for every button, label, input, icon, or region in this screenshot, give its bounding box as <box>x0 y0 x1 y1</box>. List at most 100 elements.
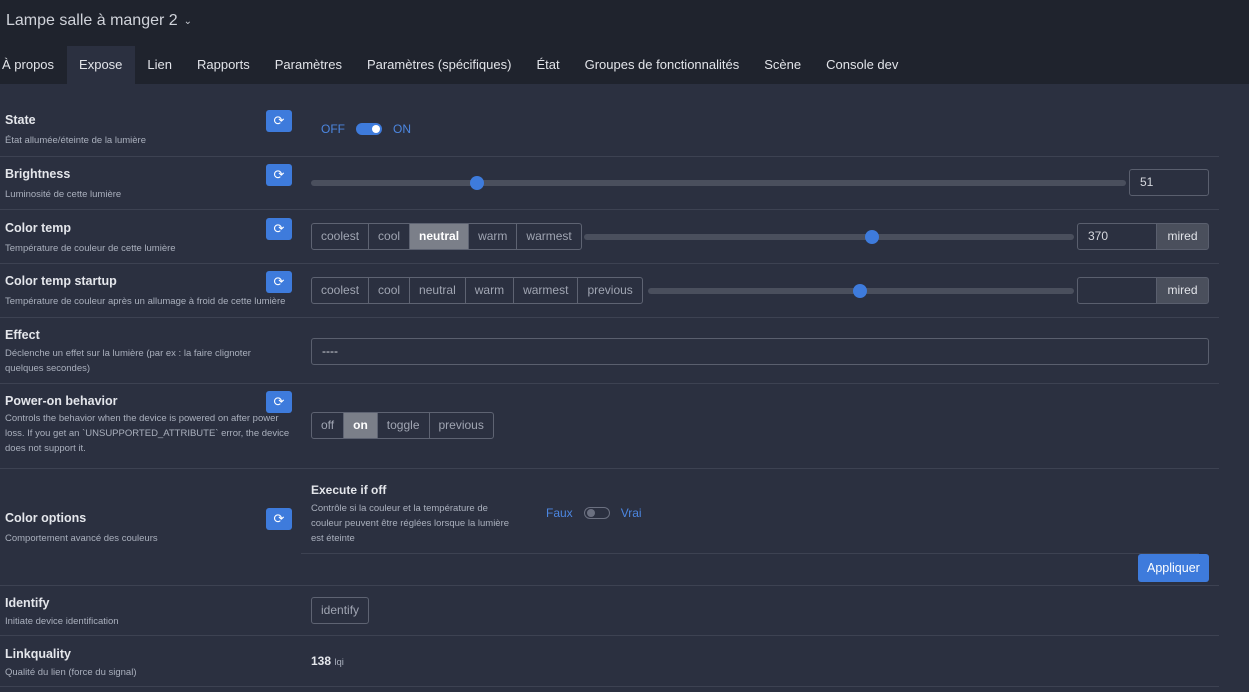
color-options-name: Color options <box>5 511 87 525</box>
startup-preset-warm[interactable]: warm <box>466 278 515 303</box>
execute-if-off-name: Execute if off <box>311 483 387 497</box>
refresh-icon[interactable]: ⟳ <box>266 508 292 530</box>
identify-name: Identify <box>5 596 50 610</box>
color-temp-startup-slider[interactable] <box>648 284 1074 298</box>
color-temp-input[interactable]: 370 <box>1077 223 1157 250</box>
state-off-label: OFF <box>321 122 345 136</box>
state-row: State État allumée/éteinte de la lumière… <box>0 102 1219 157</box>
color-temp-label: Color temp Température de couleur de cet… <box>5 221 290 256</box>
startup-preset-cool[interactable]: cool <box>369 278 411 303</box>
power-on-name: Power-on behavior <box>5 394 118 408</box>
brightness-label: Brightness Luminosité de cette lumière <box>5 167 290 202</box>
power-on-label: Power-on behavior Controls the behavior … <box>5 394 290 456</box>
tab-lien[interactable]: Lien <box>135 46 185 84</box>
preset-cool[interactable]: cool <box>369 224 411 249</box>
effect-label: Effect Déclenche un effet sur la lumière… <box>5 328 290 376</box>
startup-preset-warmest[interactable]: warmest <box>514 278 579 303</box>
tab-parametres[interactable]: Paramètres <box>262 46 354 84</box>
linkquality-reading: 138 lqi <box>311 654 344 668</box>
color-temp-startup-desc: Température de couleur après un allumage… <box>5 296 286 307</box>
color-temp-startup-name: Color temp startup <box>5 274 117 288</box>
execute-if-off-toggle[interactable]: Faux Vrai <box>546 506 642 520</box>
startup-preset-neutral[interactable]: neutral <box>410 278 466 303</box>
linkquality-unit: lqi <box>334 657 344 668</box>
linkquality-name: Linkquality <box>5 647 71 661</box>
identify-desc: Initiate device identification <box>5 616 119 627</box>
color-temp-startup-slider-thumb[interactable] <box>853 284 868 298</box>
color-options-divider <box>301 553 1199 554</box>
power-on-row: Power-on behavior Controls the behavior … <box>0 384 1219 469</box>
power-on-options: off on toggle previous <box>311 412 494 439</box>
power-on-off[interactable]: off <box>312 413 345 438</box>
linkquality-desc: Qualité du lien (force du signal) <box>5 667 137 678</box>
device-name: Lampe salle à manger 2 <box>6 12 178 29</box>
color-temp-startup-input[interactable] <box>1077 277 1157 304</box>
refresh-icon[interactable]: ⟳ <box>266 271 292 293</box>
brightness-name: Brightness <box>5 167 71 181</box>
state-name: State <box>5 113 36 127</box>
execute-if-off-false-label: Faux <box>546 506 573 520</box>
refresh-icon[interactable]: ⟳ <box>266 164 292 186</box>
color-temp-startup-unit: mired <box>1156 277 1209 304</box>
effect-select[interactable]: ---- <box>311 338 1209 365</box>
preset-neutral[interactable]: neutral <box>410 224 470 249</box>
color-temp-slider[interactable] <box>584 230 1074 244</box>
execute-if-off-true-label: Vrai <box>620 506 642 520</box>
tab-scene[interactable]: Scène <box>752 46 814 84</box>
color-temp-presets: coolest cool neutral warm warmest <box>311 223 582 250</box>
state-on-label: ON <box>393 122 411 136</box>
refresh-icon[interactable]: ⟳ <box>266 391 292 413</box>
execute-if-off-label: Execute if off Contrôle si la couleur et… <box>311 483 521 546</box>
state-desc: État allumée/éteinte de la lumière <box>5 135 146 146</box>
apply-button[interactable]: Appliquer <box>1138 554 1209 582</box>
brightness-slider[interactable] <box>311 176 1126 190</box>
power-on-toggle[interactable]: toggle <box>378 413 430 438</box>
device-title[interactable]: Lampe salle à manger 2 ⌄ <box>6 12 192 30</box>
tab-console-dev[interactable]: Console dev <box>814 46 911 84</box>
color-temp-desc: Température de couleur de cette lumière <box>5 243 176 254</box>
identify-label: Identify Initiate device identification <box>5 596 290 629</box>
state-label: State État allumée/éteinte de la lumière <box>5 113 290 148</box>
tab-parametres-specifiques[interactable]: Paramètres (spécifiques) <box>354 46 524 84</box>
preset-warm[interactable]: warm <box>469 224 518 249</box>
brightness-row: Brightness Luminosité de cette lumière ⟳… <box>0 157 1219 210</box>
state-toggle[interactable]: OFF ON <box>321 122 411 136</box>
tab-rapports[interactable]: Rapports <box>185 46 263 84</box>
color-temp-unit: mired <box>1156 223 1209 250</box>
effect-desc: Déclenche un effet sur la lumière (par e… <box>5 348 251 374</box>
linkquality-value: 138 <box>311 654 332 668</box>
color-temp-startup-label: Color temp startup Température de couleu… <box>5 274 290 309</box>
brightness-input[interactable]: 51 <box>1129 169 1209 196</box>
preset-warmest[interactable]: warmest <box>517 224 580 249</box>
linkquality-label: Linkquality Qualité du lien (force du si… <box>5 647 290 680</box>
tab-a-propos[interactable]: À propos <box>0 46 67 84</box>
effect-name: Effect <box>5 328 40 342</box>
color-temp-startup-presets: coolest cool neutral warm warmest previo… <box>311 277 643 304</box>
execute-if-off-desc: Contrôle si la couleur et la température… <box>311 503 510 544</box>
identify-row: Identify Initiate device identification … <box>0 586 1219 636</box>
startup-preset-previous[interactable]: previous <box>578 278 641 303</box>
state-switch[interactable] <box>356 123 382 135</box>
refresh-icon[interactable]: ⟳ <box>266 218 292 240</box>
power-on-desc: Controls the behavior when the device is… <box>5 413 290 454</box>
preset-coolest[interactable]: coolest <box>312 224 370 249</box>
chevron-down-icon: ⌄ <box>183 15 193 27</box>
power-on-on[interactable]: on <box>344 413 378 438</box>
tab-bar: À propos Expose Lien Rapports Paramètres… <box>0 46 911 84</box>
color-temp-row: Color temp Température de couleur de cet… <box>0 210 1219 264</box>
color-temp-startup-row: Color temp startup Température de couleu… <box>0 264 1219 318</box>
effect-row: Effect Déclenche un effet sur la lumière… <box>0 318 1219 384</box>
refresh-icon[interactable]: ⟳ <box>266 110 292 132</box>
tab-groupes[interactable]: Groupes de fonctionnalités <box>572 46 752 84</box>
color-options-row: Color options Comportement avancé des co… <box>0 469 1219 586</box>
brightness-slider-thumb[interactable] <box>470 176 485 190</box>
linkquality-row: Linkquality Qualité du lien (force du si… <box>0 636 1219 687</box>
tab-expose[interactable]: Expose <box>66 46 135 84</box>
power-on-previous[interactable]: previous <box>430 413 493 438</box>
startup-preset-coolest[interactable]: coolest <box>312 278 370 303</box>
color-temp-slider-thumb[interactable] <box>865 230 880 244</box>
device-header: Lampe salle à manger 2 ⌄ À propos Expose… <box>0 0 1249 84</box>
execute-if-off-switch[interactable] <box>583 507 610 519</box>
tab-etat[interactable]: État <box>524 46 572 84</box>
identify-button[interactable]: identify <box>311 597 370 624</box>
